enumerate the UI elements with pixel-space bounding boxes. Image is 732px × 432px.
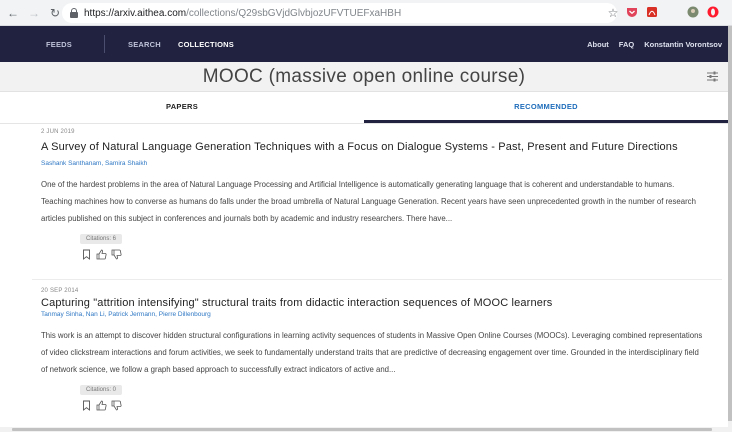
user-avatar-icon[interactable] bbox=[686, 6, 700, 20]
collection-title: MOOC (massive open online course) bbox=[202, 66, 526, 87]
paper-actions bbox=[81, 249, 706, 260]
paper-divider bbox=[32, 279, 722, 280]
paper-date: 20 SEP 2014 bbox=[41, 288, 79, 294]
address-bar[interactable]: https://arxiv.aithea.com/collections/Q29… bbox=[62, 3, 617, 23]
tab-papers[interactable]: PAPERS bbox=[0, 92, 364, 123]
nav-collections[interactable]: COLLECTIONS bbox=[178, 40, 234, 49]
thumbs-down-icon[interactable] bbox=[111, 400, 122, 411]
forward-arrow-icon[interactable]: → bbox=[26, 5, 42, 21]
tab-recommended[interactable]: RECOMMENDED bbox=[364, 92, 728, 123]
vertical-scrollbar[interactable] bbox=[728, 26, 732, 432]
paper-card: 2 JUN 2019 A Survey of Natural Language … bbox=[41, 129, 706, 260]
paper-authors[interactable]: Sashank Santhanam, Samira Shaikh bbox=[41, 160, 706, 167]
thumbs-up-icon[interactable] bbox=[96, 400, 107, 411]
paper-card: 20 SEP 2014 Capturing "attrition intensi… bbox=[41, 288, 706, 411]
reload-icon[interactable]: ↻ bbox=[47, 5, 63, 21]
citations-badge: Citations: 0 bbox=[80, 385, 123, 395]
collection-title-bar: MOOC (massive open online course) bbox=[0, 62, 728, 92]
opera-extension-icon[interactable] bbox=[706, 6, 720, 20]
horizontal-scroll-thumb[interactable] bbox=[12, 428, 712, 431]
bookmark-icon[interactable] bbox=[81, 249, 92, 260]
user-name-link[interactable]: Konstantin Vorontsov bbox=[644, 40, 722, 49]
back-arrow-icon[interactable]: ← bbox=[5, 5, 21, 21]
bookmark-icon[interactable] bbox=[81, 400, 92, 411]
citations-badge: Citations: 6 bbox=[80, 234, 123, 244]
tabs: PAPERS RECOMMENDED bbox=[0, 92, 728, 124]
nav-divider bbox=[104, 35, 105, 53]
filter-settings-icon[interactable] bbox=[707, 71, 718, 82]
faq-link[interactable]: FAQ bbox=[619, 40, 634, 49]
paper-title[interactable]: A Survey of Natural Language Generation … bbox=[41, 141, 706, 153]
pocket-extension-icon[interactable] bbox=[625, 6, 639, 20]
app-header: FEEDS SEARCH COLLECTIONS About FAQ Konst… bbox=[0, 26, 728, 62]
nav-feeds[interactable]: FEEDS bbox=[46, 40, 72, 49]
header-right-links: About FAQ Konstantin Vorontsov bbox=[587, 26, 722, 62]
url-path: /collections/Q29sbGVjdGlvbjozUFVTUEFxaHB… bbox=[186, 7, 402, 19]
paper-abstract: This work is an attempt to discover hidd… bbox=[41, 331, 703, 374]
horizontal-scrollbar[interactable] bbox=[0, 427, 728, 432]
vertical-scroll-thumb[interactable] bbox=[728, 26, 732, 421]
paper-actions bbox=[81, 400, 706, 411]
thumbs-down-icon[interactable] bbox=[111, 249, 122, 260]
paper-date: 2 JUN 2019 bbox=[41, 129, 75, 135]
pdf-extension-icon[interactable] bbox=[645, 6, 659, 20]
thumbs-up-icon[interactable] bbox=[96, 249, 107, 260]
paper-authors[interactable]: Tanmay Sinha, Nan Li, Patrick Jermann, P… bbox=[41, 311, 706, 318]
browser-toolbar: ← → ↻ https://arxiv.aithea.com/collectio… bbox=[0, 0, 732, 26]
paper-abstract: One of the hardest problems in the area … bbox=[41, 180, 696, 223]
bookmark-star-icon[interactable]: ☆ bbox=[606, 6, 620, 20]
nav-search[interactable]: SEARCH bbox=[128, 40, 161, 49]
paper-title[interactable]: Capturing "attrition intensifying" struc… bbox=[41, 297, 706, 309]
about-link[interactable]: About bbox=[587, 40, 609, 49]
url-host: https://arxiv.aithea.com bbox=[84, 7, 187, 19]
lock-icon bbox=[70, 8, 78, 18]
